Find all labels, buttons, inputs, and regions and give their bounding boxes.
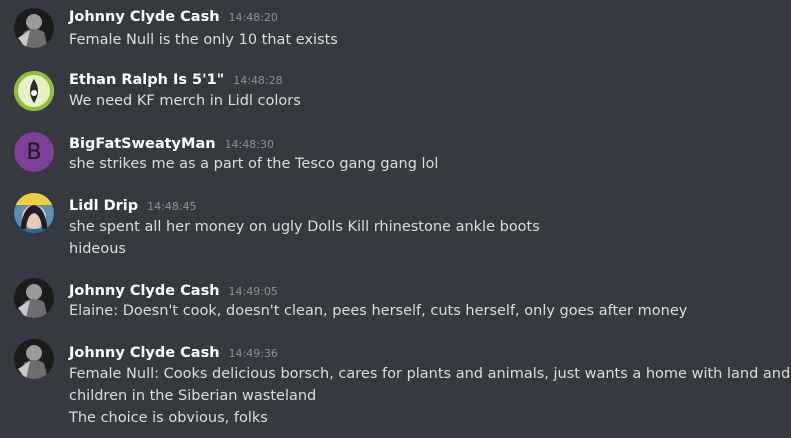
message-text: Elaine: Doesn't cook, doesn't clean, pee…	[69, 303, 688, 319]
avatar[interactable]	[14, 193, 54, 233]
username[interactable]: Ethan Ralph Is 5'1"	[69, 72, 224, 88]
message-text: The choice is obvious, folks	[69, 410, 268, 426]
timestamp[interactable]: 14:48:45	[147, 200, 196, 213]
timestamp[interactable]: 14:49:05	[229, 285, 278, 298]
avatar[interactable]: B	[14, 132, 54, 172]
message-text: she strikes me as a part of the Tesco ga…	[69, 156, 439, 172]
message-text: children in the Siberian wasteland	[69, 388, 317, 404]
username[interactable]: Johnny Clyde Cash	[69, 345, 220, 361]
username[interactable]: Johnny Clyde Cash	[69, 9, 220, 25]
timestamp[interactable]: 14:49:36	[229, 347, 278, 360]
timestamp[interactable]: 14:48:28	[233, 74, 282, 87]
avatar[interactable]	[14, 278, 54, 318]
timestamp[interactable]: 14:48:20	[229, 11, 278, 24]
avatar-letter: B	[14, 132, 54, 172]
message-text: We need KF merch in Lidl colors	[69, 93, 301, 109]
avatar[interactable]	[14, 339, 54, 379]
username[interactable]: Lidl Drip	[69, 198, 138, 214]
message-text: Female Null is the only 10 that exists	[69, 32, 338, 48]
message-text: she spent all her money on ugly Dolls Ki…	[69, 219, 540, 235]
username[interactable]: BigFatSweatyMan	[69, 136, 216, 152]
message-text: hideous	[69, 241, 126, 257]
avatar[interactable]	[14, 71, 54, 111]
timestamp[interactable]: 14:48:30	[225, 138, 274, 151]
username[interactable]: Johnny Clyde Cash	[69, 283, 220, 299]
message-text: Female Null: Cooks delicious borsch, car…	[69, 366, 791, 382]
avatar[interactable]	[14, 8, 54, 48]
